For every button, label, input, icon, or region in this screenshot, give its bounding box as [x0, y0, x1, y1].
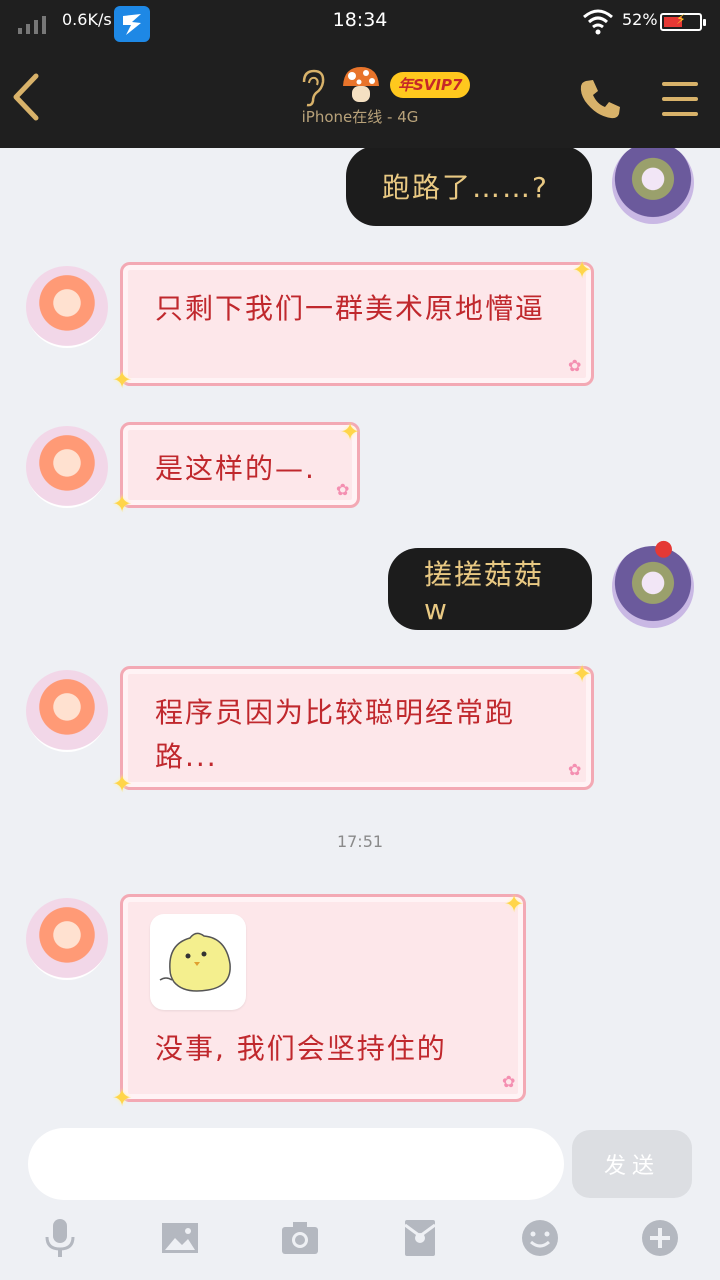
plus-icon[interactable] [638, 1216, 682, 1260]
message-bubble[interactable]: 是这样的—. [120, 422, 360, 508]
star-decoration: ✦ [340, 418, 361, 446]
svip-badge: 年SVIP7 [390, 72, 471, 98]
flower-decoration: ✿ [568, 356, 582, 375]
ear-icon [298, 68, 328, 108]
status-bar: 0.6K/s 18:34 52% ⚡ [0, 0, 720, 42]
star-decoration: ✦ [572, 660, 593, 688]
my-avatar[interactable] [612, 546, 694, 628]
menu-icon[interactable] [662, 82, 698, 116]
emoji-icon[interactable] [518, 1216, 562, 1260]
image-icon[interactable] [158, 1216, 202, 1260]
message-text: 跑路了……? [382, 171, 549, 204]
chick-sticker[interactable] [150, 914, 246, 1010]
message-text: 是这样的—. [155, 452, 316, 485]
my-avatar[interactable] [612, 148, 694, 224]
star-decoration: ✦ [112, 770, 133, 798]
flower-decoration: ✿ [568, 760, 582, 779]
message-timestamp: 17:51 [336, 832, 384, 851]
lantern-decoration: ● [654, 536, 674, 561]
flower-decoration: ✿ [336, 480, 350, 499]
mic-icon[interactable] [38, 1216, 82, 1260]
message-text: 搓搓菇菇w [424, 557, 545, 626]
star-decoration: ✦ [112, 366, 133, 394]
phone-call-icon[interactable] [578, 76, 624, 122]
chat-header: 年SVIP7 iPhone在线 - 4G [0, 42, 720, 148]
friend-avatar[interactable] [26, 426, 108, 508]
battery-percent: 52% [622, 10, 658, 29]
friend-avatar[interactable] [26, 266, 108, 348]
wifi-icon [582, 8, 614, 36]
star-decoration: ✦ [112, 490, 133, 518]
mushroom-avatar-icon [340, 64, 382, 106]
message-bubble[interactable]: 搓搓菇菇w [388, 548, 592, 630]
star-decoration: ✦ [112, 1084, 133, 1112]
message-text: 程序员因为比较聪明经常跑路... [155, 696, 516, 773]
battery-icon: ⚡ [660, 12, 706, 31]
star-decoration: ✦ [504, 890, 525, 918]
send-button[interactable]: 发送 [572, 1130, 692, 1198]
input-area: 发送 [0, 1118, 720, 1280]
message-bubble[interactable]: 程序员因为比较聪明经常跑路... [120, 666, 594, 790]
red-packet-icon[interactable] [398, 1216, 442, 1260]
message-bubble[interactable]: 只剩下我们一群美术原地懵逼 [120, 262, 594, 386]
friend-avatar[interactable] [26, 898, 108, 980]
message-text: 没事, 我们会坚持住的 [155, 1032, 447, 1065]
friend-avatar[interactable] [26, 670, 108, 752]
star-decoration: ✦ [572, 256, 593, 284]
flower-decoration: ✿ [502, 1072, 516, 1091]
message-input[interactable] [28, 1128, 564, 1200]
chat-area[interactable]: 跑路了……? 只剩下我们一群美术原地懵逼 ✦ ✦ ✿ 是这样的—. ✦ ✦ ✿ … [0, 148, 720, 1118]
camera-icon[interactable] [278, 1216, 322, 1260]
message-text: 只剩下我们一群美术原地懵逼 [155, 292, 546, 325]
message-bubble[interactable]: 跑路了……? [346, 148, 592, 226]
